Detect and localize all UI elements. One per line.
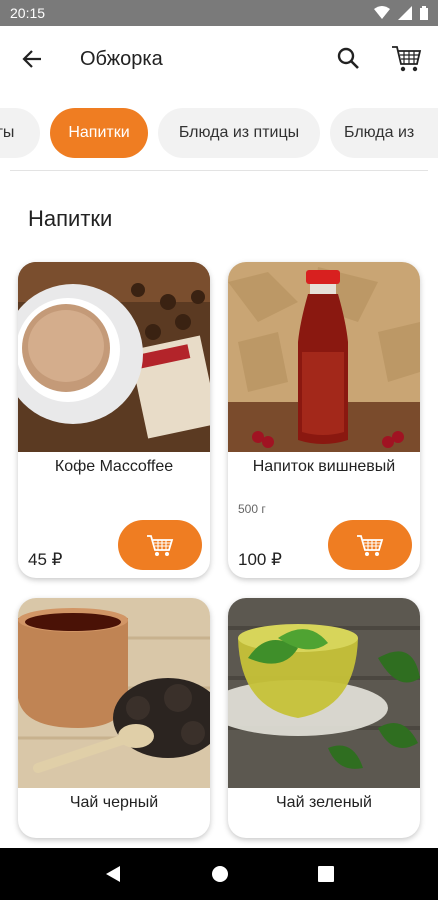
wifi-icon bbox=[374, 6, 390, 19]
product-image-green-tea bbox=[228, 598, 420, 788]
status-bar: 20:15 bbox=[0, 0, 438, 26]
chip-category-4[interactable]: Блюда из bbox=[330, 108, 438, 158]
chip-category-drinks[interactable]: Напитки bbox=[50, 108, 148, 158]
battery-icon bbox=[420, 6, 428, 20]
signal-icon bbox=[398, 6, 412, 20]
add-to-cart-icon bbox=[357, 535, 384, 556]
system-nav-bar bbox=[0, 848, 438, 900]
nav-back-icon[interactable] bbox=[104, 864, 122, 884]
product-weight: 500 г bbox=[238, 502, 266, 516]
product-price: 100 ₽ bbox=[238, 550, 282, 569]
product-name: Чай зеленый bbox=[276, 794, 372, 811]
app-bar: Обжорка bbox=[0, 26, 438, 92]
chip-category-poultry[interactable]: Блюда из птицы bbox=[158, 108, 320, 158]
product-name: Кофе Maccoffee bbox=[54, 458, 174, 475]
product-name: Напиток вишневый bbox=[252, 458, 396, 475]
product-image-black-tea bbox=[18, 598, 210, 788]
chip-category-1[interactable]: ты bbox=[0, 108, 40, 158]
back-arrow-icon bbox=[22, 50, 41, 68]
add-to-cart-button[interactable] bbox=[118, 520, 202, 570]
product-card[interactable]: Кофе Maccoffee 45 ₽ bbox=[18, 262, 210, 578]
add-to-cart-icon bbox=[147, 535, 174, 556]
search-icon bbox=[337, 47, 359, 69]
search-button[interactable] bbox=[334, 44, 364, 74]
product-image-coffee bbox=[18, 262, 210, 452]
product-price: 45 ₽ bbox=[28, 550, 63, 569]
product-card[interactable]: Напиток вишневый 500 г 100 ₽ bbox=[228, 262, 420, 578]
product-image-cherry-drink bbox=[228, 262, 420, 452]
product-card[interactable]: Чай зеленый bbox=[228, 598, 420, 838]
cart-button[interactable] bbox=[390, 42, 422, 74]
status-icons bbox=[374, 6, 428, 20]
product-name: Чай черный bbox=[69, 794, 159, 811]
cart-icon bbox=[392, 46, 422, 72]
product-card[interactable]: Чай черный bbox=[18, 598, 210, 838]
divider bbox=[10, 170, 428, 171]
section-title: Напитки bbox=[28, 206, 113, 231]
status-time: 20:15 bbox=[10, 5, 46, 21]
nav-recents-icon[interactable] bbox=[317, 866, 334, 882]
page-title: Обжорка bbox=[80, 48, 163, 70]
add-to-cart-button[interactable] bbox=[328, 520, 412, 570]
back-button[interactable] bbox=[18, 45, 46, 73]
category-chips: ты Напитки Блюда из птицы Блюда из bbox=[0, 108, 438, 160]
nav-home-icon[interactable] bbox=[211, 865, 229, 883]
